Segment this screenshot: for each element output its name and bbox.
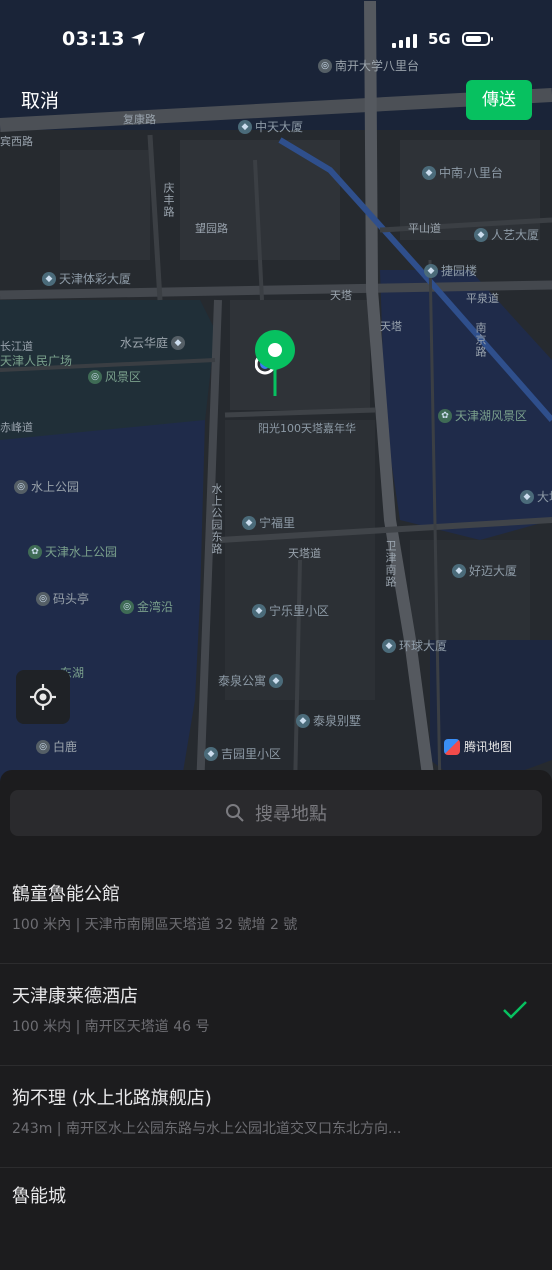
- poi-marker[interactable]: ◆ 环球大厦: [382, 637, 447, 654]
- road-label: 宾西路: [0, 135, 33, 148]
- network-type: 5G: [428, 30, 451, 48]
- status-bar: 03:13 5G: [0, 28, 552, 54]
- poi-marker[interactable]: ◆ 天津体彩大厦: [42, 270, 131, 287]
- poi-marker[interactable]: ◆ 人艺大厦: [474, 226, 539, 243]
- cancel-button[interactable]: 取消: [21, 86, 59, 113]
- road-label: 复康路: [123, 113, 156, 126]
- poi-marker[interactable]: ◆ 中南·八里台: [422, 164, 503, 181]
- road-label: 赤峰道: [0, 421, 33, 434]
- poi-marker[interactable]: ◎ 码头亭: [36, 590, 89, 607]
- list-item[interactable]: 狗不理 (水上北路旗舰店) 243m | 南开区水上公园东路与水上公园北道交叉口…: [0, 1066, 552, 1168]
- signal-strength-icon: [392, 34, 417, 48]
- search-placeholder: 搜尋地點: [255, 804, 327, 825]
- road-label: 平山道: [408, 222, 441, 235]
- place-address: 243m | 南开区水上公园东路与水上公园北道交叉口东北方向...: [12, 1121, 402, 1137]
- poi-marker[interactable]: ✿ 天津湖风景区: [438, 407, 527, 424]
- poi-marker[interactable]: ◆ 宁乐里小区: [252, 602, 329, 619]
- search-input[interactable]: 搜尋地點: [10, 790, 542, 836]
- poi-marker[interactable]: ◆ 泰泉别墅: [296, 712, 361, 729]
- poi-marker[interactable]: ◆ 好迈大厦: [452, 562, 517, 579]
- place-address: 100 米内 | 南开区天塔道 46 号: [12, 1019, 210, 1035]
- road-label: 天塔: [380, 320, 402, 333]
- results-sheet: 搜尋地點 鶴童魯能公館 100 米內 | 天津市南開區天塔道 32 號增 2 號…: [0, 770, 552, 1207]
- poi-marker[interactable]: 阳光100天塔嘉年华: [258, 420, 378, 436]
- road-label: 南京路: [474, 322, 487, 358]
- map-pin-icon[interactable]: [254, 330, 299, 402]
- list-item[interactable]: 鶴童魯能公館 100 米內 | 天津市南開區天塔道 32 號增 2 號: [0, 862, 552, 964]
- poi-marker[interactable]: ◆ 捷园楼: [424, 262, 477, 279]
- tencent-map-logo-icon: [444, 738, 460, 755]
- brand-label: 腾讯地图: [464, 740, 513, 754]
- battery-icon: [462, 32, 493, 46]
- poi-marker[interactable]: ✿ 天津水上公园: [28, 543, 117, 560]
- poi-marker[interactable]: ◆大塘里: [520, 488, 552, 505]
- road-label: 平泉道: [466, 292, 499, 305]
- poi-marker[interactable]: 泰泉公寓 ◆: [218, 672, 284, 689]
- list-item[interactable]: 魯能城: [0, 1168, 552, 1270]
- place-name: 天津康莱德酒店: [12, 986, 138, 1007]
- poi-marker[interactable]: ◎ 风景区: [88, 368, 141, 385]
- poi-marker[interactable]: 天津人民广场: [0, 352, 72, 369]
- place-name: 魯能城: [12, 1186, 66, 1207]
- road-label: 庆丰路: [162, 182, 175, 218]
- map-brand: 腾讯地图: [444, 738, 512, 755]
- road-label: 望园路: [195, 222, 228, 235]
- status-time: 03:13: [62, 28, 125, 50]
- poi-marker[interactable]: ◎ 水上公园: [14, 478, 79, 495]
- list-item[interactable]: 天津康莱德酒店 100 米内 | 南开区天塔道 46 号: [0, 964, 552, 1066]
- send-button[interactable]: 傳送: [466, 80, 532, 120]
- place-address: 100 米內 | 天津市南開區天塔道 32 號增 2 號: [12, 917, 298, 933]
- road-label: 水上公园东路: [210, 483, 223, 555]
- road-label: 天塔: [330, 289, 352, 302]
- poi-marker[interactable]: ◎ 金湾沿: [120, 598, 173, 615]
- poi-marker[interactable]: 水云华庭 ◆: [120, 334, 186, 351]
- road-label: 天塔道: [288, 547, 321, 560]
- locate-me-button[interactable]: [16, 670, 70, 724]
- poi-marker[interactable]: ◆ 宁福里: [242, 514, 295, 531]
- road-label: 卫津南路: [384, 540, 397, 588]
- place-name: 狗不理 (水上北路旗舰店): [12, 1088, 212, 1109]
- poi-marker[interactable]: ◆ 中天大厦: [238, 118, 303, 135]
- poi-marker[interactable]: ◎ 南开大学八里台: [318, 57, 419, 74]
- place-name: 鶴童魯能公館: [12, 884, 120, 905]
- search-icon: [226, 804, 244, 822]
- poi-marker[interactable]: ◆ 吉园里小区: [204, 745, 281, 762]
- location-arrow-icon: [131, 32, 145, 46]
- crosshair-icon: [30, 684, 56, 710]
- check-icon: [503, 1001, 527, 1019]
- poi-marker[interactable]: ◎ 白鹿: [36, 738, 77, 755]
